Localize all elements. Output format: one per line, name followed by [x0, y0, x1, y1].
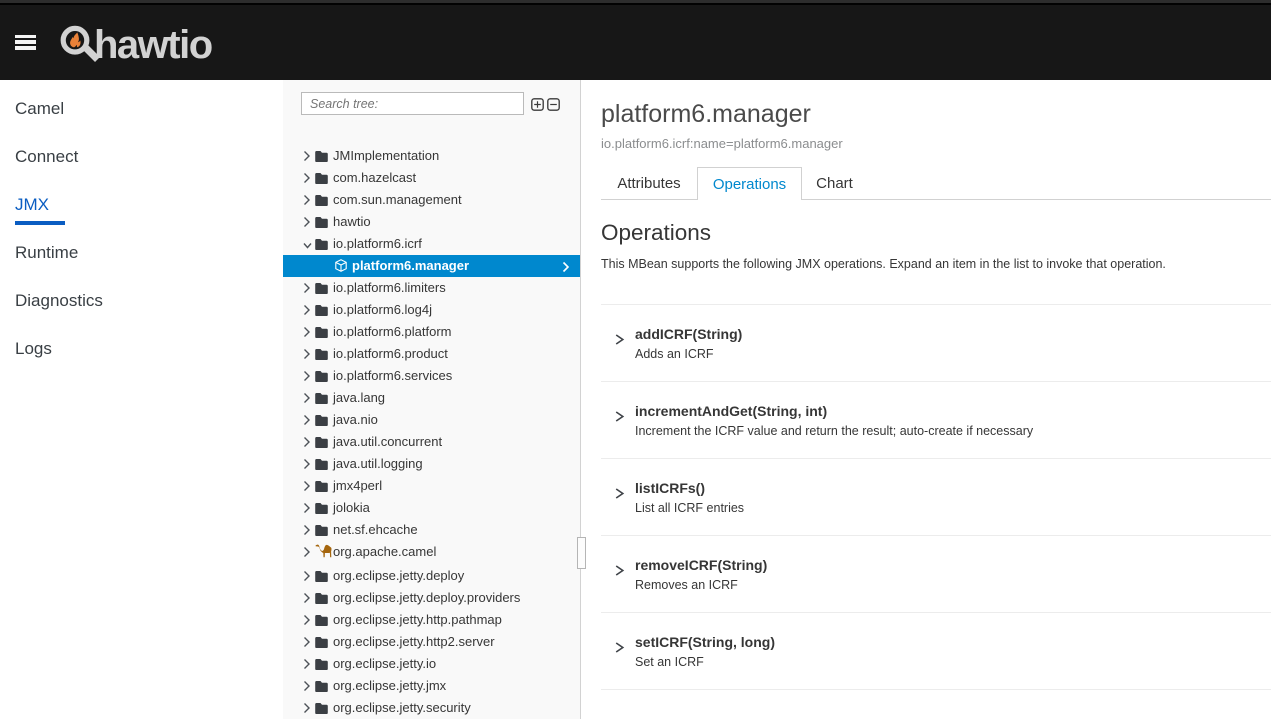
svg-text:hawtio: hawtio: [94, 23, 212, 67]
